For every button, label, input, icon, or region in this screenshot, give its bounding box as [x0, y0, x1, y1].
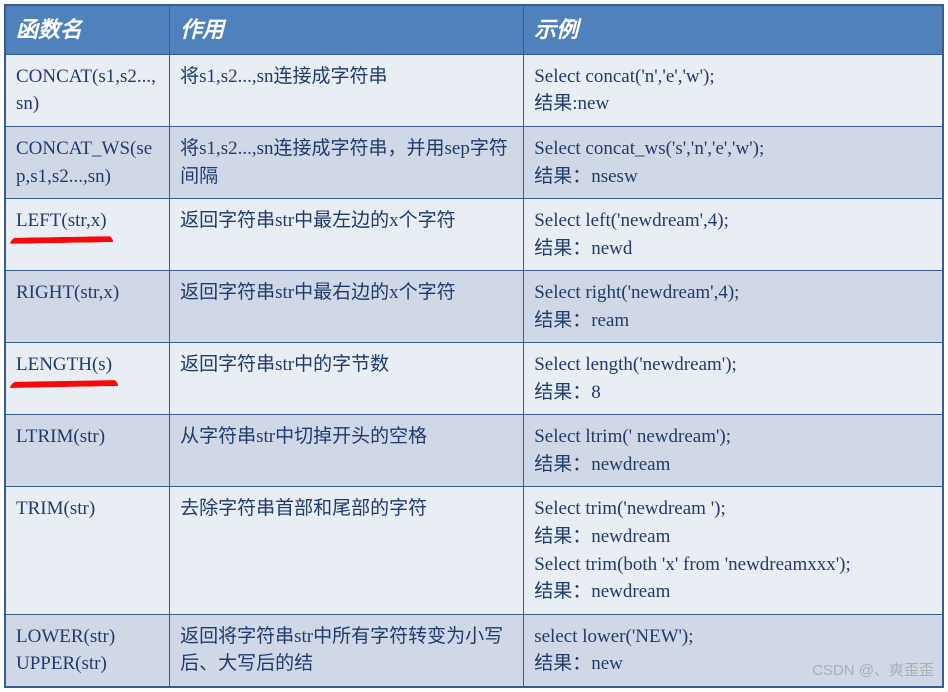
table-row: LTRIM(str)从字符串str中切掉开头的空格Select ltrim(' … [5, 415, 943, 487]
table-row: LENGTH(s) 返回字符串str中的字节数Select length('new… [5, 343, 943, 415]
cell-example: Select right('newdream',4);结果：ream [524, 271, 943, 343]
cell-name: LTRIM(str) [5, 415, 170, 487]
cell-example: Select concat_ws('s','n','e','w');结果：nse… [524, 126, 943, 198]
cell-name: RIGHT(str,x) [5, 271, 170, 343]
cell-example: Select trim('newdream ');结果：newdreamSele… [524, 487, 943, 614]
table-row: LEFT(str,x) 返回字符串str中最左边的x个字符Select left(… [5, 199, 943, 271]
header-row: 函数名 作用 示例 [5, 5, 943, 54]
cell-desc: 从字符串str中切掉开头的空格 [170, 415, 524, 487]
cell-example: select lower('NEW');结果：new [524, 614, 943, 687]
annotation-underline: LENGTH(s) [16, 351, 112, 379]
header-example: 示例 [524, 5, 943, 54]
cell-example: Select left('newdream',4);结果：newd [524, 199, 943, 271]
header-name: 函数名 [5, 5, 170, 54]
table-row: LOWER(str)UPPER(str)返回将字符串str中所有字符转变为小写后… [5, 614, 943, 687]
annotation-underline: LEFT(str,x) [16, 207, 107, 235]
sql-functions-table: 函数名 作用 示例 CONCAT(s1,s2...,sn)将s1,s2...,s… [4, 4, 944, 688]
cell-name: TRIM(str) [5, 487, 170, 614]
cell-name: CONCAT_WS(sep,s1,s2...,sn) [5, 126, 170, 198]
cell-example: Select concat('n','e','w');结果:new [524, 54, 943, 126]
cell-desc: 将s1,s2...,sn连接成字符串 [170, 54, 524, 126]
cell-example: Select ltrim(' newdream');结果：newdream [524, 415, 943, 487]
table-row: RIGHT(str,x)返回字符串str中最右边的x个字符Select righ… [5, 271, 943, 343]
cell-desc: 去除字符串首部和尾部的字符 [170, 487, 524, 614]
cell-desc: 返回将字符串str中所有字符转变为小写后、大写后的结 [170, 614, 524, 687]
cell-desc: 返回字符串str中最右边的x个字符 [170, 271, 524, 343]
cell-desc: 将s1,s2...,sn连接成字符串，并用sep字符间隔 [170, 126, 524, 198]
cell-name: LENGTH(s) [5, 343, 170, 415]
table-row: CONCAT(s1,s2...,sn)将s1,s2...,sn连接成字符串Sel… [5, 54, 943, 126]
cell-desc: 返回字符串str中最左边的x个字符 [170, 199, 524, 271]
cell-desc: 返回字符串str中的字节数 [170, 343, 524, 415]
cell-name: LEFT(str,x) [5, 199, 170, 271]
table-row: TRIM(str)去除字符串首部和尾部的字符Select trim('newdr… [5, 487, 943, 614]
table-row: CONCAT_WS(sep,s1,s2...,sn)将s1,s2...,sn连接… [5, 126, 943, 198]
cell-name: LOWER(str)UPPER(str) [5, 614, 170, 687]
cell-name: CONCAT(s1,s2...,sn) [5, 54, 170, 126]
header-desc: 作用 [170, 5, 524, 54]
cell-example: Select length('newdream');结果：8 [524, 343, 943, 415]
